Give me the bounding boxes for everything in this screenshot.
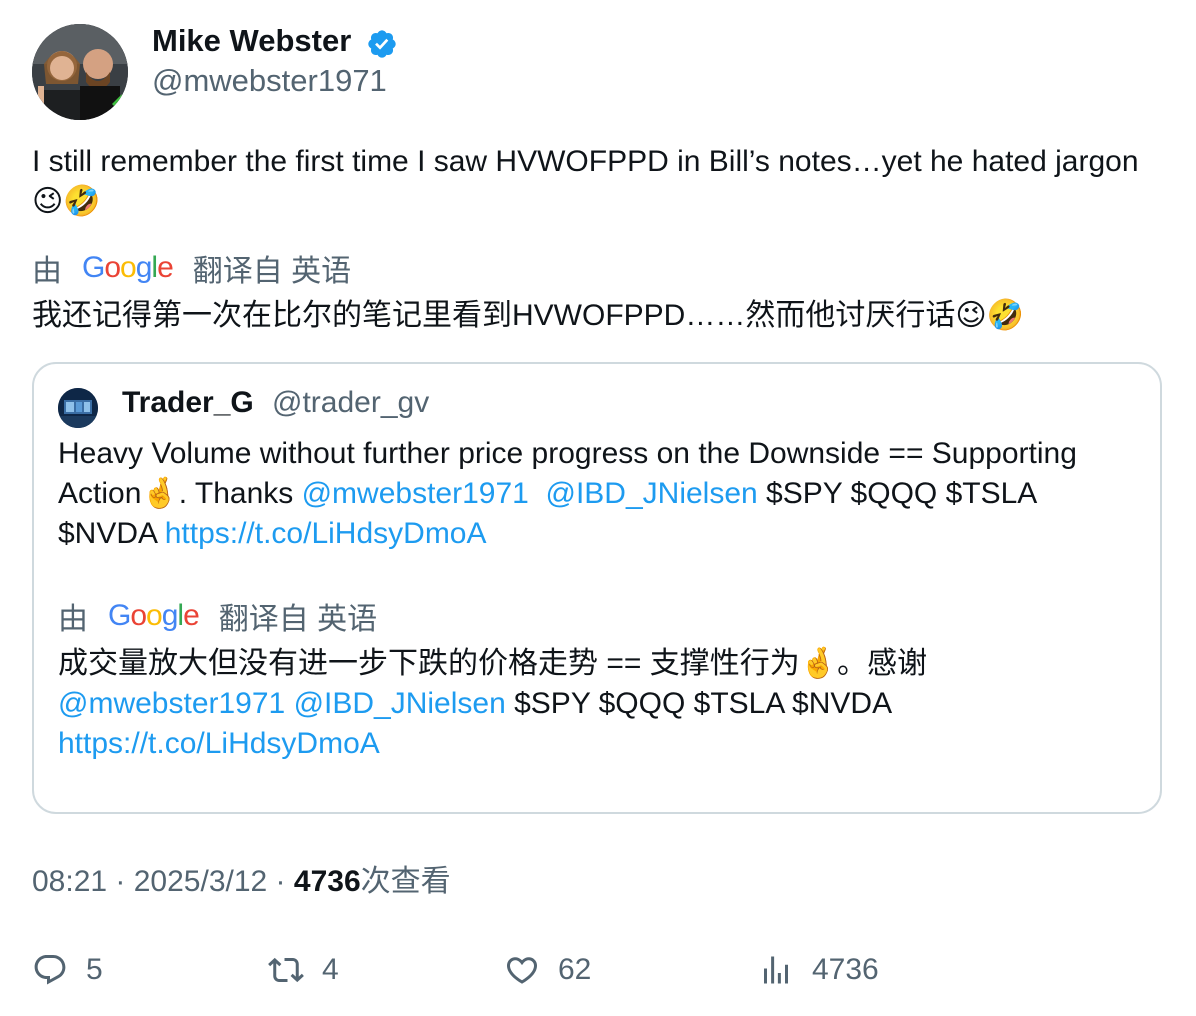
author-handle[interactable]: @mwebster1971 [152,62,387,100]
author-name[interactable]: Mike Webster [152,22,351,60]
mention-mwebster1971[interactable]: @mwebster1971 [302,477,529,510]
quoted-translation-prefix: 由 [58,603,88,636]
retweet-button[interactable]: 4 [268,950,339,990]
translated-emojis: 😉🤣 [955,298,1024,333]
verified-badge-icon[interactable] [366,28,398,60]
quoted-translated-text: 成交量放大但没有进一步下跌的价格走势 == 支撑性行为🤞。感谢 @mwebster… [58,644,1138,764]
google-logo[interactable]: Google [82,251,174,285]
translated-mention-ibd-jnielsen[interactable]: @IBD_JNielsen [294,687,506,720]
reply-button[interactable]: 5 [32,950,103,990]
translation-suffix: 翻译自 英语 [192,255,352,288]
translated-text-content: 我还记得第一次在比尔的笔记里看到HVWOFPPD……然而他讨厌行话 [32,299,956,332]
quoted-translation-attribution: 由 Google 翻译自 英语 [58,596,377,636]
mention-ibd-jnielsen[interactable]: @IBD_JNielsen [546,477,758,510]
quoted-translation-suffix: 翻译自 英语 [218,603,378,636]
translation-attribution: 由 Google 翻译自 英语 [32,248,351,288]
author-avatar[interactable] [32,24,128,120]
tweet-date[interactable]: 2025/3/12 [134,865,267,898]
quoted-emoji: 🤞 [141,476,179,511]
views-button[interactable]: 4736 [758,950,879,990]
quoted-translated-part2: 。感谢 [837,647,928,680]
heart-icon [506,957,538,984]
translated-mention-mwebster1971[interactable]: @mwebster1971 [58,687,285,720]
translation-prefix: 由 [32,255,62,288]
like-count: 62 [558,953,592,986]
translated-text: 我还记得第一次在比尔的笔记里看到HVWOFPPD……然而他讨厌行话😉🤣 [32,296,1024,336]
quoted-translated-part1: 成交量放大但没有进一步下跌的价格走势 == 支撑性行为 [58,647,800,680]
translated-tweet-link[interactable]: https://t.co/LiHdsyDmoA [58,727,380,760]
quoted-translated-emoji: 🤞 [799,646,838,681]
quoted-tweet-link[interactable]: https://t.co/LiHdsyDmoA [165,517,487,550]
reply-icon [34,955,66,985]
reply-count: 5 [86,953,103,986]
tweet-text-content: I still remember the first time I saw HV… [32,145,1139,178]
retweet-count: 4 [322,953,339,986]
tweet-emojis: 😉🤣 [32,184,101,219]
like-button[interactable]: 62 [504,950,591,990]
tweet-meta: 08:21 · 2025/3/12 · 4736次查看 [32,862,451,902]
quoted-tweet-text: Heavy Volume without further price progr… [58,434,1138,554]
tweet-text: I still remember the first time I saw HV… [32,142,1152,222]
analytics-icon [764,956,788,984]
google-logo[interactable]: Google [108,599,200,633]
quoted-author-handle[interactable]: @trader_gv [272,384,429,422]
quoted-text-part2: . Thanks [178,477,302,510]
meta-separator: · [267,865,294,898]
views-label: 次查看 [360,865,451,898]
tweet-time[interactable]: 08:21 [32,865,107,898]
quoted-author-avatar[interactable] [58,388,98,428]
meta-separator: · [107,865,134,898]
views-action-count: 4736 [812,953,879,986]
quoted-translated-tickers: $SPY $QQQ $TSLA $NVDA [505,687,893,720]
retweet-icon [268,957,304,983]
quoted-author-name[interactable]: Trader_G [122,384,254,422]
views-count: 4736 [293,865,361,898]
